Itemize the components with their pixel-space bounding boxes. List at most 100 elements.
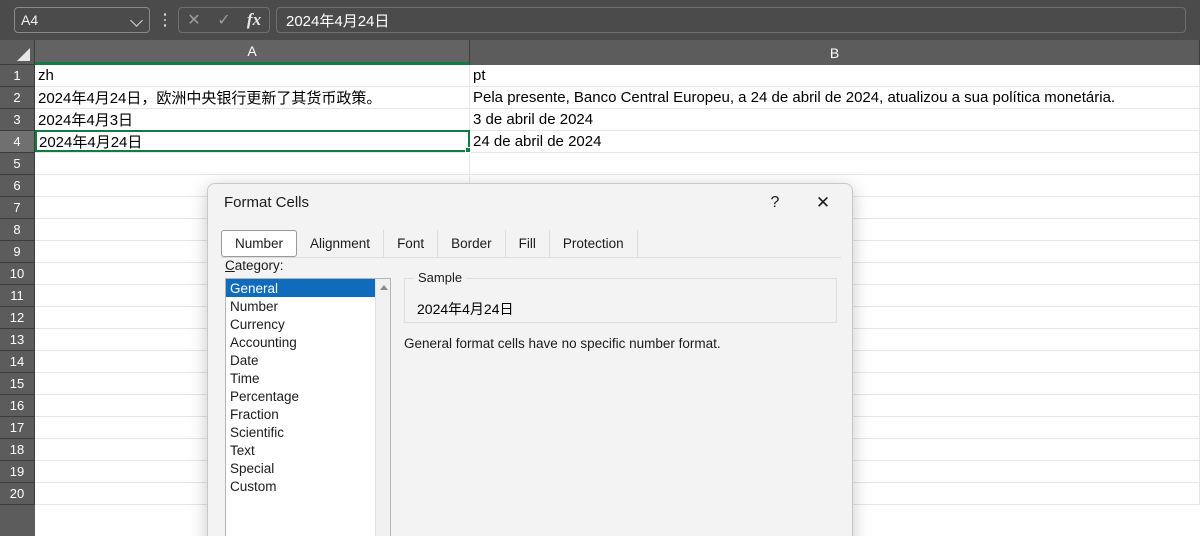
row-header-13[interactable]: 13 [0,329,35,351]
tab-number[interactable]: Number [221,230,298,257]
tab-fill[interactable]: Fill [505,230,550,257]
row-header-10[interactable]: 10 [0,263,35,285]
dialog-title-bar[interactable]: Format Cells ? ✕ [208,184,852,222]
category-item-scientific[interactable]: Scientific [226,423,390,441]
category-item-accounting[interactable]: Accounting [226,333,390,351]
category-items: General Number Currency Accounting Date Time P… [226,279,390,495]
row-header-6[interactable]: 6 [0,175,35,197]
tab-label: Font [397,236,425,251]
row-header-2[interactable]: 2 [0,87,35,109]
table-row: 2024年4月3日 3 de abril de 2024 [35,109,1200,131]
category-item-fraction[interactable]: Fraction [226,405,390,423]
name-box[interactable]: A4 [14,7,150,33]
row-header-label: 4 [13,134,21,149]
category-item-general[interactable]: General [226,279,390,297]
row-header-15[interactable]: 15 [0,373,35,395]
category-item-label: Date [230,352,259,368]
dialog-tab-strip: Number Alignment Font Border Fill Protection [221,230,638,257]
column-header-b[interactable]: B [470,40,1200,65]
scroll-up-arrow-icon[interactable] [379,285,388,290]
row-header-label: 20 [9,486,25,501]
tab-protection[interactable]: Protection [549,230,638,257]
category-label-rest: ategory: [234,258,284,273]
category-item-label: Special [230,460,275,476]
row-header-label: 18 [9,442,25,457]
cell-a4[interactable]: 2024年4月24日 [35,130,471,153]
row-header-label: 2 [13,90,21,105]
row-header-7[interactable]: 7 [0,197,35,219]
close-x-icon[interactable]: ✕ [806,189,840,217]
category-item-percentage[interactable]: Percentage [226,387,390,405]
row-header-label: 15 [9,376,25,391]
category-item-time[interactable]: Time [226,369,390,387]
row-header-label: 17 [9,420,25,435]
row-header-label: 1 [13,68,21,83]
tab-label: Alignment [310,236,371,251]
cell-text: 2024年4月3日 [38,112,134,129]
formula-input-value: 2024年4月24日 [286,12,390,30]
cell-a3[interactable]: 2024年4月3日 [35,109,470,130]
help-question-icon[interactable]: ? [758,189,792,217]
row-header-label: 6 [13,178,21,193]
row-header-8[interactable]: 8 [0,219,35,241]
cell-a2[interactable]: 2024年4月24日，欧洲中央银行更新了其货币政策。 [35,87,470,108]
row-header-1[interactable]: 1 [0,65,35,87]
row-header-17[interactable]: 17 [0,417,35,439]
cell-text: 2024年4月24日，欧洲中央银行更新了其货币政策。 [38,90,382,107]
category-scrollbar[interactable] [375,279,390,536]
category-item-label: Time [230,370,260,386]
category-listbox[interactable]: General Number Currency Accounting Date Time P… [225,278,391,536]
category-item-currency[interactable]: Currency [226,315,390,333]
table-row [35,153,1200,175]
tab-label: Protection [562,236,624,251]
column-header-row: A B [0,40,1200,65]
category-item-number[interactable]: Number [226,297,390,315]
category-item-custom[interactable]: Custom [226,477,390,495]
row-header-19[interactable]: 19 [0,461,35,483]
cancel-x-icon[interactable]: ✕ [179,8,209,32]
row-header-11[interactable]: 11 [0,285,35,307]
row-header-18[interactable]: 18 [0,439,35,461]
cell-b3[interactable]: 3 de abril de 2024 [470,109,1200,130]
row-header-20[interactable]: 20 [0,483,35,505]
cell-a5[interactable] [35,153,470,174]
row-header-label: 14 [9,354,25,369]
row-header-16[interactable]: 16 [0,395,35,417]
category-item-date[interactable]: Date [226,351,390,369]
more-options-icon[interactable] [156,7,174,33]
cell-b1[interactable]: pt [470,65,1200,86]
tab-label: Number [235,236,284,251]
category-item-special[interactable]: Special [226,459,390,477]
tab-label: Border [451,236,492,251]
category-item-label: Percentage [230,388,300,404]
cell-b2[interactable]: Pela presente, Banco Central Europeu, a … [470,87,1200,108]
tab-label: Fill [518,236,536,251]
row-header-3[interactable]: 3 [0,109,35,131]
formula-input[interactable]: 2024年4月24日 [276,7,1186,33]
row-header-12[interactable]: 12 [0,307,35,329]
cell-text: zh [38,67,54,84]
confirm-check-icon[interactable]: ✓ [209,8,239,32]
select-all-corner-icon[interactable] [0,40,35,65]
category-item-text[interactable]: Text [226,441,390,459]
tab-alignment[interactable]: Alignment [297,230,385,257]
row-header-5[interactable]: 5 [0,153,35,175]
row-header-14[interactable]: 14 [0,351,35,373]
formula-bar: A4 ✕ ✓ fx 2024年4月24日 [0,0,1200,40]
row-header-4[interactable]: 4 [0,131,35,153]
row-header-label: 16 [9,398,25,413]
formula-action-group: ✕ ✓ fx [178,7,270,33]
table-row: 2024年4月24日，欧洲中央银行更新了其货币政策。 Pela presente,… [35,87,1200,109]
tab-border[interactable]: Border [438,230,506,257]
cell-b4[interactable]: 24 de abril de 2024 [470,131,1200,152]
column-header-a[interactable]: A [35,40,470,65]
cell-b5[interactable] [470,153,1200,174]
insert-function-icon[interactable]: fx [239,8,269,32]
dialog-title: Format Cells [224,194,310,211]
chevron-down-icon[interactable] [131,14,143,26]
row-header-9[interactable]: 9 [0,241,35,263]
tab-font[interactable]: Font [384,230,439,257]
cell-a1[interactable]: zh [35,65,470,86]
row-header-label: 7 [13,200,21,215]
format-cells-dialog: Format Cells ? ✕ Number Alignment Font Bord… [207,183,853,536]
